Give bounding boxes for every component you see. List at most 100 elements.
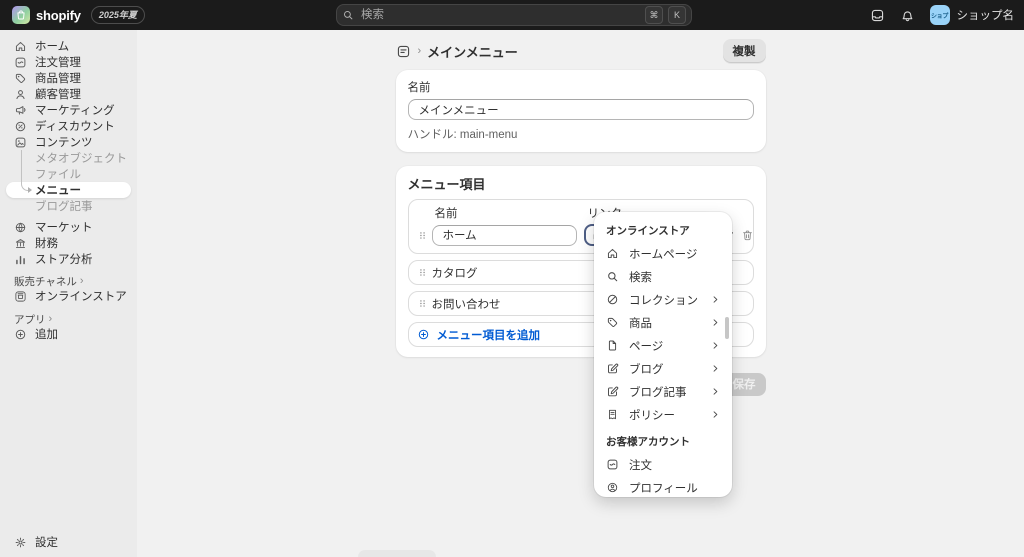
add-circle-icon bbox=[417, 328, 430, 341]
chevron-right-icon bbox=[711, 410, 720, 419]
chevron-right-icon bbox=[711, 387, 720, 396]
add-menu-item-label: メニュー項目を追加 bbox=[437, 327, 541, 343]
sidebar-subitem-label: メニュー bbox=[35, 182, 81, 198]
content-icon bbox=[14, 136, 27, 149]
link-picker-dropdown: オンラインストア ホームページ 検索 コレクション 商品 ページ ブログ ブログ… bbox=[594, 212, 732, 497]
customers-icon bbox=[14, 88, 27, 101]
duplicate-button[interactable]: 複製 bbox=[723, 39, 766, 63]
dropdown-item-pages[interactable]: ページ bbox=[594, 334, 732, 357]
sidebar-item-analytics[interactable]: ストア分析 bbox=[6, 251, 131, 267]
dropdown-item-blogs[interactable]: ブログ bbox=[594, 357, 732, 380]
dropdown-scrollbar-thumb[interactable] bbox=[725, 317, 729, 339]
sidebar-item-settings[interactable]: 設定 bbox=[6, 534, 131, 550]
products-tag-icon bbox=[606, 316, 619, 329]
sidebar-item-label: オンラインストア bbox=[35, 288, 127, 304]
menu-items-title: メニュー項目 bbox=[408, 174, 754, 193]
sidebar-item-label: 顧客管理 bbox=[35, 86, 81, 102]
sidebar-item-marketing[interactable]: マーケティング bbox=[6, 102, 131, 118]
sidebar: ホーム 注文管理 商品管理 顧客管理 マーケティング ディスカウント コンテンツ… bbox=[0, 30, 137, 557]
topbar: shopify 2025年夏 ⌘ K ショプ ショップ名 bbox=[0, 0, 1024, 30]
main-area: › メインメニュー 複製 名前 ハンドル: main-menu メニュー項目 名… bbox=[137, 30, 1024, 557]
version-badge: 2025年夏 bbox=[91, 6, 145, 24]
handle-text: ハンドル: main-menu bbox=[408, 126, 754, 142]
name-column-header: 名前 bbox=[431, 205, 580, 221]
inbox-icon[interactable] bbox=[870, 8, 885, 23]
search-icon bbox=[606, 270, 619, 283]
shopify-logo[interactable]: shopify 2025年夏 bbox=[12, 0, 145, 30]
bell-icon[interactable] bbox=[900, 8, 915, 23]
sidebar-item-content[interactable]: コンテンツ bbox=[6, 134, 131, 150]
page-icon bbox=[606, 339, 619, 352]
sidebar-subitem-blog-posts[interactable]: ブログ記事 bbox=[6, 198, 131, 214]
breadcrumb-menus-icon[interactable] bbox=[396, 44, 411, 59]
sidebar-subitem-metaobjects[interactable]: メタオブジェクト bbox=[6, 150, 131, 166]
name-card: 名前 ハンドル: main-menu bbox=[396, 70, 766, 152]
sidebar-item-label: 商品管理 bbox=[35, 70, 81, 86]
chevron-right-icon: › bbox=[80, 276, 84, 286]
dropdown-item-collections[interactable]: コレクション bbox=[594, 288, 732, 311]
item-name-input[interactable] bbox=[432, 225, 577, 246]
finance-icon bbox=[14, 237, 27, 250]
markets-icon bbox=[14, 221, 27, 234]
avatar: ショプ bbox=[930, 5, 950, 25]
chevron-right-icon bbox=[711, 364, 720, 373]
drag-handle-icon[interactable] bbox=[417, 298, 428, 309]
delete-trash-icon[interactable] bbox=[741, 229, 754, 242]
sidebar-item-online-store[interactable]: オンラインストア bbox=[6, 288, 131, 304]
online-store-icon bbox=[14, 290, 27, 303]
sidebar-item-markets[interactable]: マーケット bbox=[6, 219, 131, 235]
sidebar-item-customers[interactable]: 顧客管理 bbox=[6, 86, 131, 102]
drag-handle-icon[interactable] bbox=[417, 230, 428, 241]
chevron-right-icon: › bbox=[49, 314, 53, 324]
profile-icon bbox=[606, 481, 619, 494]
sidebar-item-label: 追加 bbox=[35, 326, 58, 342]
settings-gear-icon bbox=[14, 536, 27, 549]
home-icon bbox=[14, 40, 27, 53]
sidebar-item-label: ストア分析 bbox=[35, 251, 93, 267]
sidebar-subitem-files[interactable]: ファイル bbox=[6, 166, 131, 182]
home-icon bbox=[606, 247, 619, 260]
sidebar-item-products[interactable]: 商品管理 bbox=[6, 70, 131, 86]
global-search[interactable]: ⌘ K bbox=[336, 4, 692, 26]
sidebar-subitem-menus[interactable]: メニュー bbox=[6, 182, 131, 198]
drag-handle-icon[interactable] bbox=[417, 267, 428, 278]
discount-icon bbox=[14, 120, 27, 133]
account-menu[interactable]: ショプ ショップ名 bbox=[930, 5, 1015, 25]
menu-name-input[interactable] bbox=[408, 99, 754, 120]
sidebar-item-finance[interactable]: 財務 bbox=[6, 235, 131, 251]
dropdown-item-homepage[interactable]: ホームページ bbox=[594, 242, 732, 265]
products-tag-icon bbox=[14, 72, 27, 85]
dropdown-item-profile[interactable]: プロフィール bbox=[594, 476, 732, 497]
sidebar-item-add-app[interactable]: 追加 bbox=[6, 326, 131, 342]
sidebar-subitem-label: ファイル bbox=[35, 166, 81, 182]
page-header: › メインメニュー 複製 bbox=[396, 41, 766, 61]
blog-icon bbox=[606, 362, 619, 375]
chevron-right-icon bbox=[711, 318, 720, 327]
dropdown-section-header: お客様アカウント bbox=[594, 426, 732, 453]
sidebar-item-discounts[interactable]: ディスカウント bbox=[6, 118, 131, 134]
apps-header[interactable]: アプリ › bbox=[6, 312, 131, 326]
dropdown-item-orders[interactable]: 注文 bbox=[594, 453, 732, 476]
sidebar-item-home[interactable]: ホーム bbox=[6, 38, 131, 54]
dropdown-item-search[interactable]: 検索 bbox=[594, 265, 732, 288]
dropdown-item-blog-posts[interactable]: ブログ記事 bbox=[594, 380, 732, 403]
sidebar-item-orders[interactable]: 注文管理 bbox=[6, 54, 131, 70]
logo-text: shopify bbox=[36, 8, 81, 23]
dropdown-item-products[interactable]: 商品 bbox=[594, 311, 732, 334]
search-input[interactable] bbox=[359, 8, 640, 22]
dropdown-section-header: オンラインストア bbox=[594, 218, 732, 242]
marketing-icon bbox=[14, 104, 27, 117]
cmd-key: ⌘ bbox=[645, 6, 663, 24]
sidebar-item-label: ディスカウント bbox=[35, 118, 115, 134]
dropdown-item-policies[interactable]: ポリシー bbox=[594, 403, 732, 426]
sidebar-item-label: 財務 bbox=[35, 235, 58, 251]
name-field-label: 名前 bbox=[408, 79, 754, 95]
sidebar-item-label: コンテンツ bbox=[35, 134, 93, 150]
topbar-right: ショプ ショップ名 bbox=[870, 0, 1015, 30]
k-key: K bbox=[668, 6, 686, 24]
sidebar-item-label: 設定 bbox=[35, 534, 58, 550]
breadcrumb-separator: › bbox=[418, 45, 422, 57]
sales-channels-header[interactable]: 販売チャネル › bbox=[6, 274, 131, 288]
sidebar-item-label: マーケティング bbox=[35, 102, 115, 118]
sidebar-item-label: ホーム bbox=[35, 38, 69, 54]
